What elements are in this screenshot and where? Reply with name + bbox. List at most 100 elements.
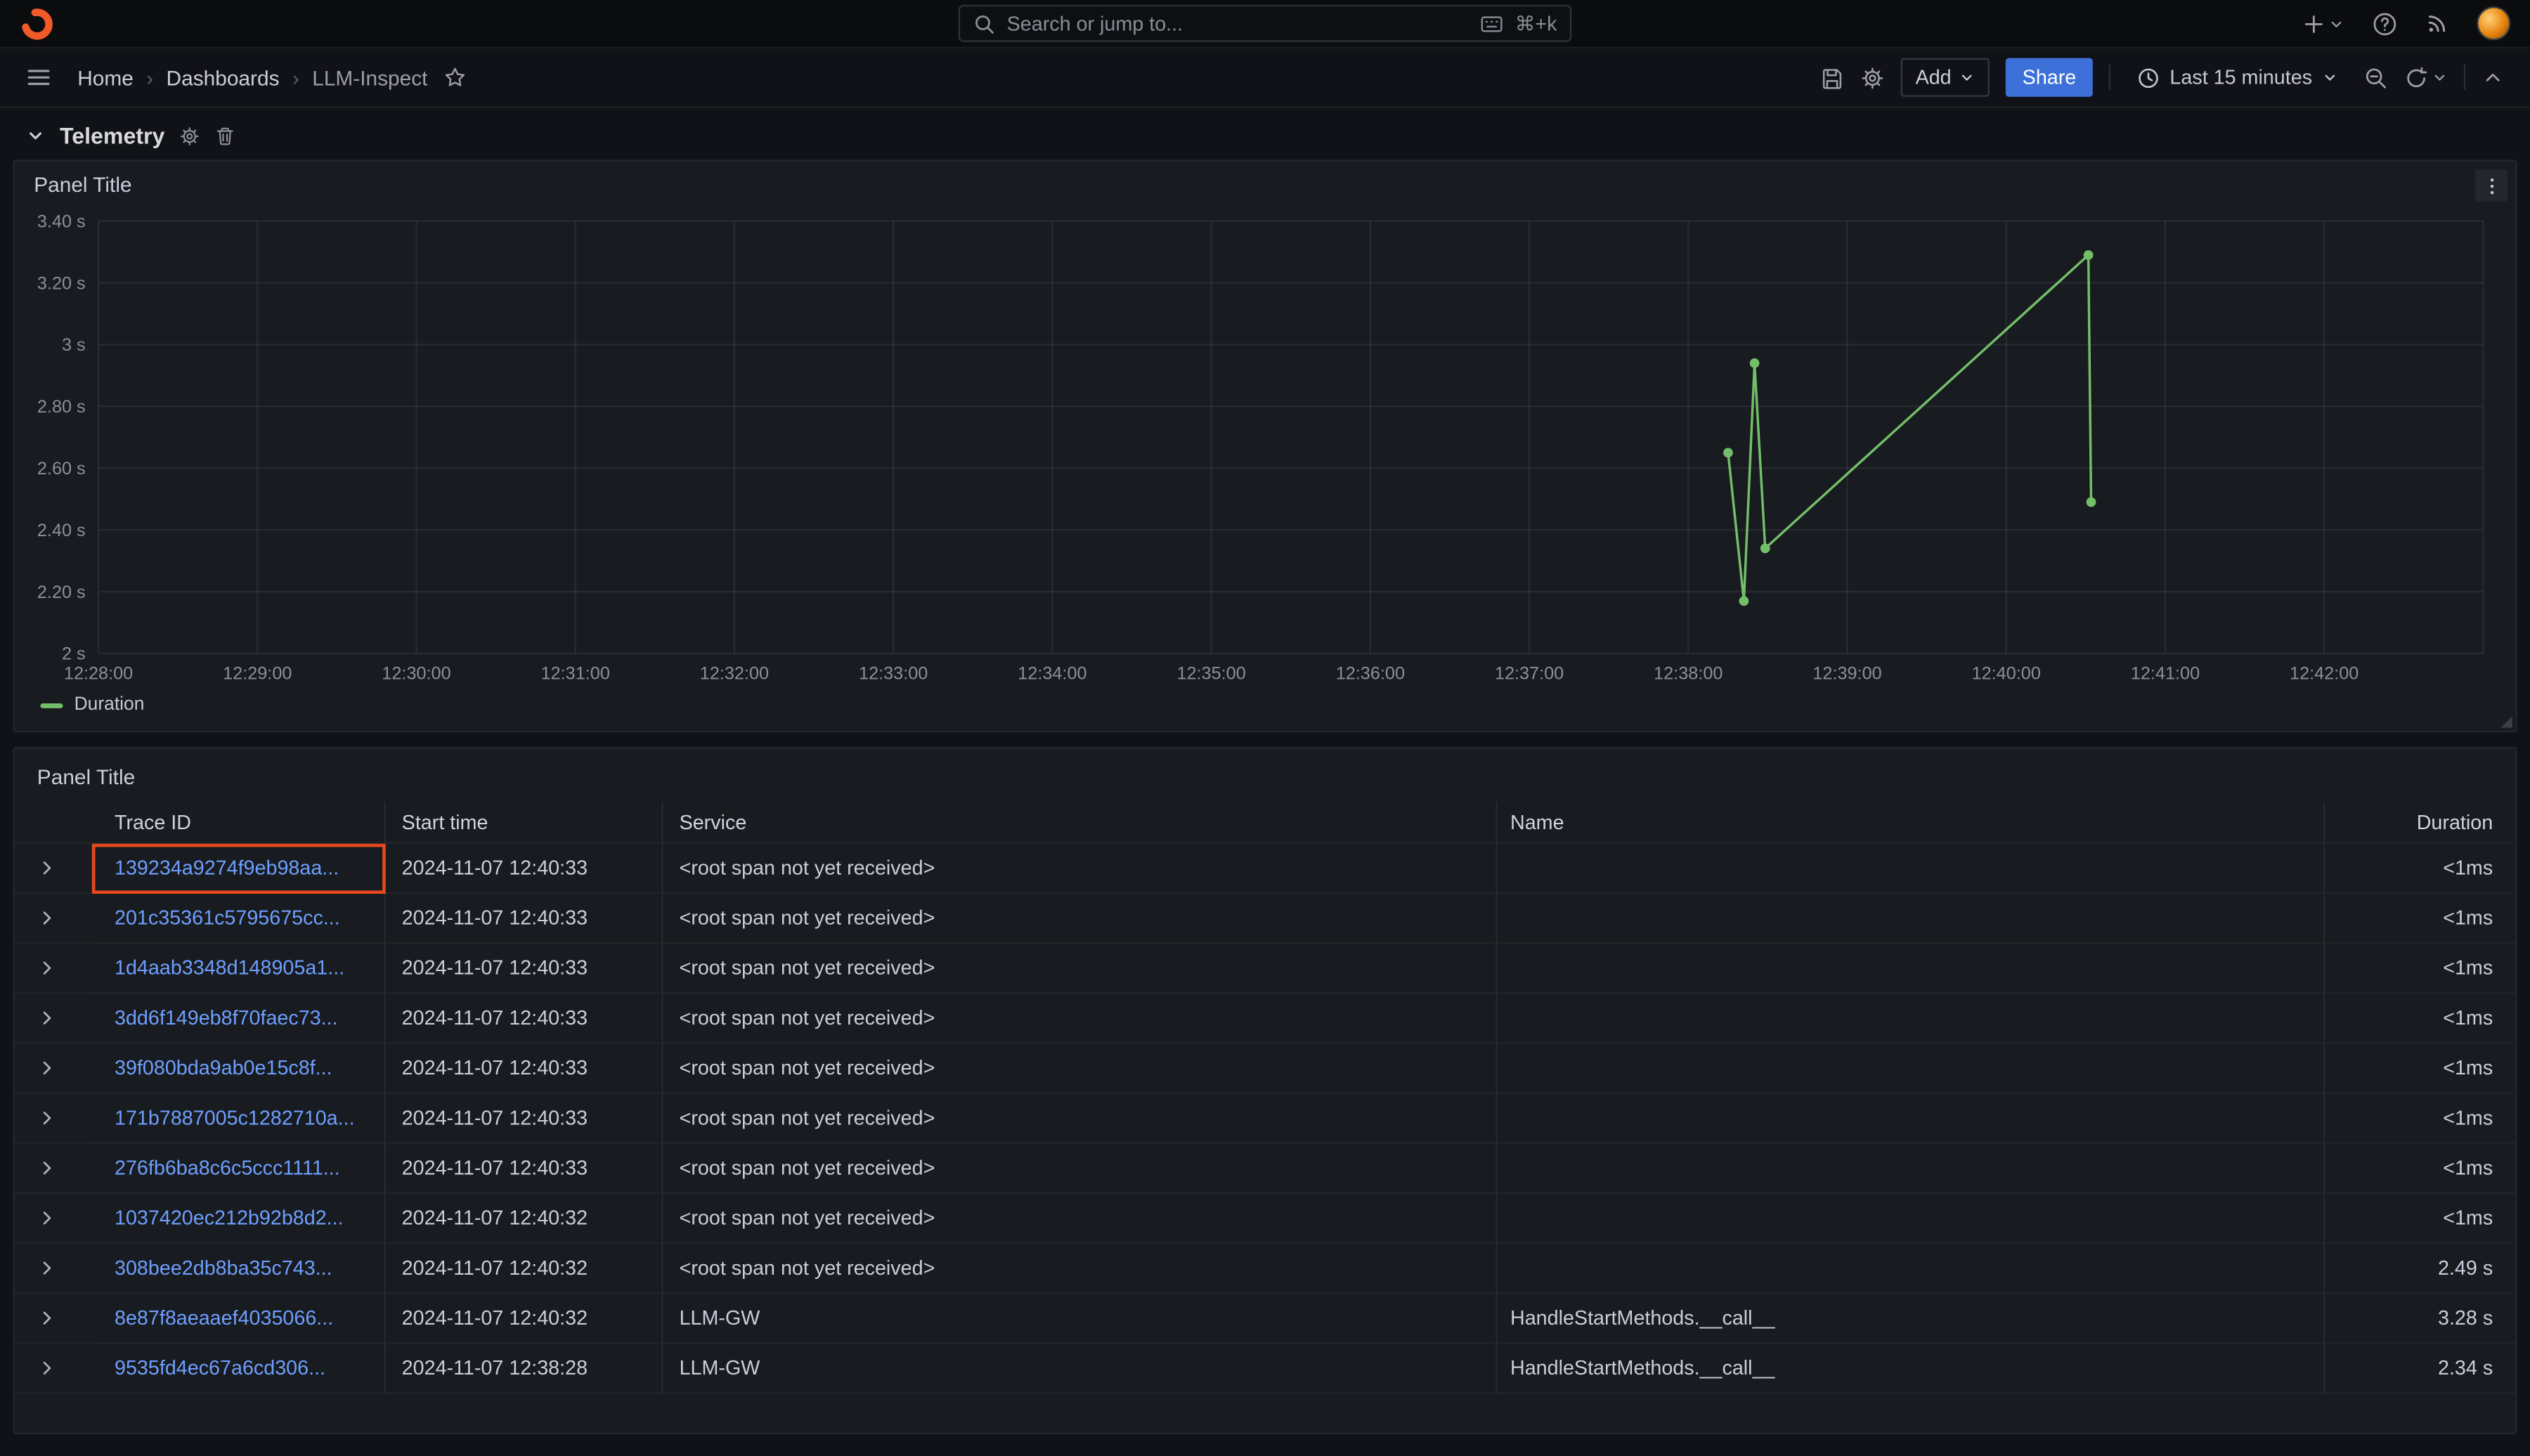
row-expander[interactable]: [37, 858, 57, 878]
refresh-button-group: [2404, 65, 2448, 89]
save-icon: [1820, 65, 1844, 89]
refresh-icon: [2404, 65, 2428, 89]
svg-text:3.40 s: 3.40 s: [37, 212, 86, 231]
chevron-right-icon: [37, 1058, 57, 1078]
row-expander[interactable]: [37, 1158, 57, 1178]
toolbar-divider: [2108, 65, 2110, 91]
table-row: 1037420ec212b92b8d2...2024-11-07 12:40:3…: [15, 1194, 2516, 1244]
column-header-service[interactable]: Service: [663, 802, 1498, 844]
service-cell: <root span not yet received>: [663, 994, 1498, 1044]
start-time-cell: 2024-11-07 12:40:33: [386, 1044, 663, 1093]
row-delete-button[interactable]: [215, 125, 236, 146]
duration-cell: <1ms: [2325, 1194, 2515, 1244]
table-row: 3dd6f149eb8f70faec73...2024-11-07 12:40:…: [15, 994, 2516, 1044]
toolbar-actions: Add Share Last 15 minutes: [1820, 58, 2504, 97]
kebab-menu-icon: [2481, 175, 2502, 196]
trace-id-link[interactable]: 8e87f8aeaaef4035066...: [115, 1307, 333, 1330]
row-expander[interactable]: [37, 909, 57, 928]
panel-title[interactable]: Panel Title: [37, 765, 135, 788]
trace-id-link[interactable]: 276fb6ba8c6c5ccc1111...: [115, 1157, 340, 1179]
breadcrumb: Home › Dashboards › LLM-Inspect: [77, 65, 466, 89]
column-header-trace-id[interactable]: Trace ID: [92, 802, 386, 844]
svg-text:3 s: 3 s: [62, 335, 86, 355]
trace-id-link[interactable]: 3dd6f149eb8f70faec73...: [115, 1007, 338, 1029]
row-expander[interactable]: [37, 1209, 57, 1228]
chevron-right-icon: [37, 1209, 57, 1228]
trace-id-link[interactable]: 139234a9274f9eb98aa...: [115, 857, 339, 879]
row-expander[interactable]: [37, 1108, 57, 1128]
favorite-star-button[interactable]: [443, 66, 466, 89]
trace-id-link[interactable]: 308bee2db8ba35c743...: [115, 1257, 332, 1280]
svg-text:12:42:00: 12:42:00: [2290, 664, 2359, 684]
trace-id-link[interactable]: 171b7887005c1282710a...: [115, 1107, 355, 1129]
chevron-down-icon: [1959, 70, 1976, 86]
svg-text:12:40:00: 12:40:00: [1972, 664, 2041, 684]
svg-text:3.20 s: 3.20 s: [37, 273, 86, 293]
start-time-cell: 2024-11-07 12:40:32: [386, 1244, 663, 1294]
table-row: 171b7887005c1282710a...2024-11-07 12:40:…: [15, 1094, 2516, 1144]
start-time-cell: 2024-11-07 12:38:28: [386, 1344, 663, 1393]
grafana-logo[interactable]: [20, 6, 56, 41]
column-header-duration[interactable]: Duration: [2325, 802, 2515, 844]
search-input[interactable]: Search or jump to... ⌘+k: [959, 5, 1571, 42]
user-avatar[interactable]: [2477, 6, 2510, 40]
trace-id-link[interactable]: 39f080bda9ab0e15c8f...: [115, 1057, 332, 1079]
panel-menu-button[interactable]: [2475, 169, 2508, 202]
duration-chart[interactable]: 3.40 s3.20 s3 s2.80 s2.60 s2.40 s2.20 s2…: [15, 202, 2516, 692]
help-button[interactable]: [2372, 11, 2398, 37]
row-expander[interactable]: [37, 1008, 57, 1028]
service-cell: LLM-GW: [663, 1294, 1498, 1344]
row-expander[interactable]: [37, 1308, 57, 1328]
column-header-start-time[interactable]: Start time: [386, 802, 663, 844]
chevron-down-icon: [2432, 70, 2448, 86]
start-time-cell: 2024-11-07 12:40:33: [386, 894, 663, 944]
dashboard-settings-button[interactable]: [1861, 65, 1885, 89]
news-rss-button[interactable]: [2425, 11, 2449, 35]
add-panel-label: Add: [1916, 66, 1952, 89]
row-settings-button[interactable]: [179, 125, 200, 146]
svg-text:12:37:00: 12:37:00: [1495, 664, 1564, 684]
zoom-out-time-button[interactable]: [2364, 65, 2388, 89]
row-collapse-toggle[interactable]: [26, 126, 46, 145]
chevron-up-icon: [2482, 66, 2504, 89]
clock-icon: [2136, 65, 2160, 89]
panel-title[interactable]: Panel Title: [34, 173, 131, 197]
trace-id-link[interactable]: 1d4aab3348d148905a1...: [115, 956, 344, 979]
duration-cell: 3.28 s: [2325, 1294, 2515, 1344]
traces-table: Trace ID Start time Service Name Duratio…: [15, 802, 2516, 1394]
name-cell: [1498, 894, 2325, 944]
start-time-cell: 2024-11-07 12:40:33: [386, 1144, 663, 1194]
panel-resize-handle[interactable]: [2501, 716, 2512, 727]
share-button[interactable]: Share: [2006, 58, 2093, 97]
column-header-name[interactable]: Name: [1498, 802, 2325, 844]
row-expander[interactable]: [37, 1259, 57, 1278]
trace-id-link[interactable]: 1037420ec212b92b8d2...: [115, 1207, 344, 1229]
refresh-button[interactable]: [2404, 65, 2428, 89]
table-row: 8e87f8aeaaef4035066...2024-11-07 12:40:3…: [15, 1294, 2516, 1344]
row-title[interactable]: Telemetry: [60, 122, 164, 148]
refresh-interval-dropdown[interactable]: [2432, 70, 2448, 86]
time-range-picker[interactable]: Last 15 minutes: [2126, 58, 2347, 97]
traces-table-panel: Panel Title Trace ID Start time Service …: [13, 747, 2517, 1434]
row-expander[interactable]: [37, 1058, 57, 1078]
chevron-down-icon: [2328, 15, 2344, 32]
trace-table-body: 139234a9274f9eb98aa... 2024-11-07 12:40:3…: [15, 844, 2516, 1394]
new-dropdown-button[interactable]: [2302, 12, 2344, 34]
service-cell: LLM-GW: [663, 1344, 1498, 1393]
row-expander[interactable]: [37, 1358, 57, 1378]
service-cell: <root span not yet received>: [663, 1094, 1498, 1144]
legend-series-swatch: [40, 703, 63, 708]
legend-series-label[interactable]: Duration: [74, 696, 145, 715]
breadcrumb-home[interactable]: Home: [77, 65, 134, 89]
breadcrumb-dashboards[interactable]: Dashboards: [167, 65, 280, 89]
save-dashboard-button[interactable]: [1820, 65, 1844, 89]
trace-id-link[interactable]: 9535fd4ec67a6cd306...: [115, 1357, 325, 1379]
trace-id-link[interactable]: 201c35361c5795675cc...: [115, 906, 340, 929]
duration-cell: <1ms: [2325, 1044, 2515, 1093]
collapse-toolbar-button[interactable]: [2482, 66, 2504, 89]
table-row: 1d4aab3348d148905a1...2024-11-07 12:40:3…: [15, 944, 2516, 994]
mega-menu-button[interactable]: [26, 65, 52, 91]
duration-cell: 2.49 s: [2325, 1244, 2515, 1294]
add-panel-button[interactable]: Add: [1901, 58, 1990, 97]
row-expander[interactable]: [37, 958, 57, 978]
